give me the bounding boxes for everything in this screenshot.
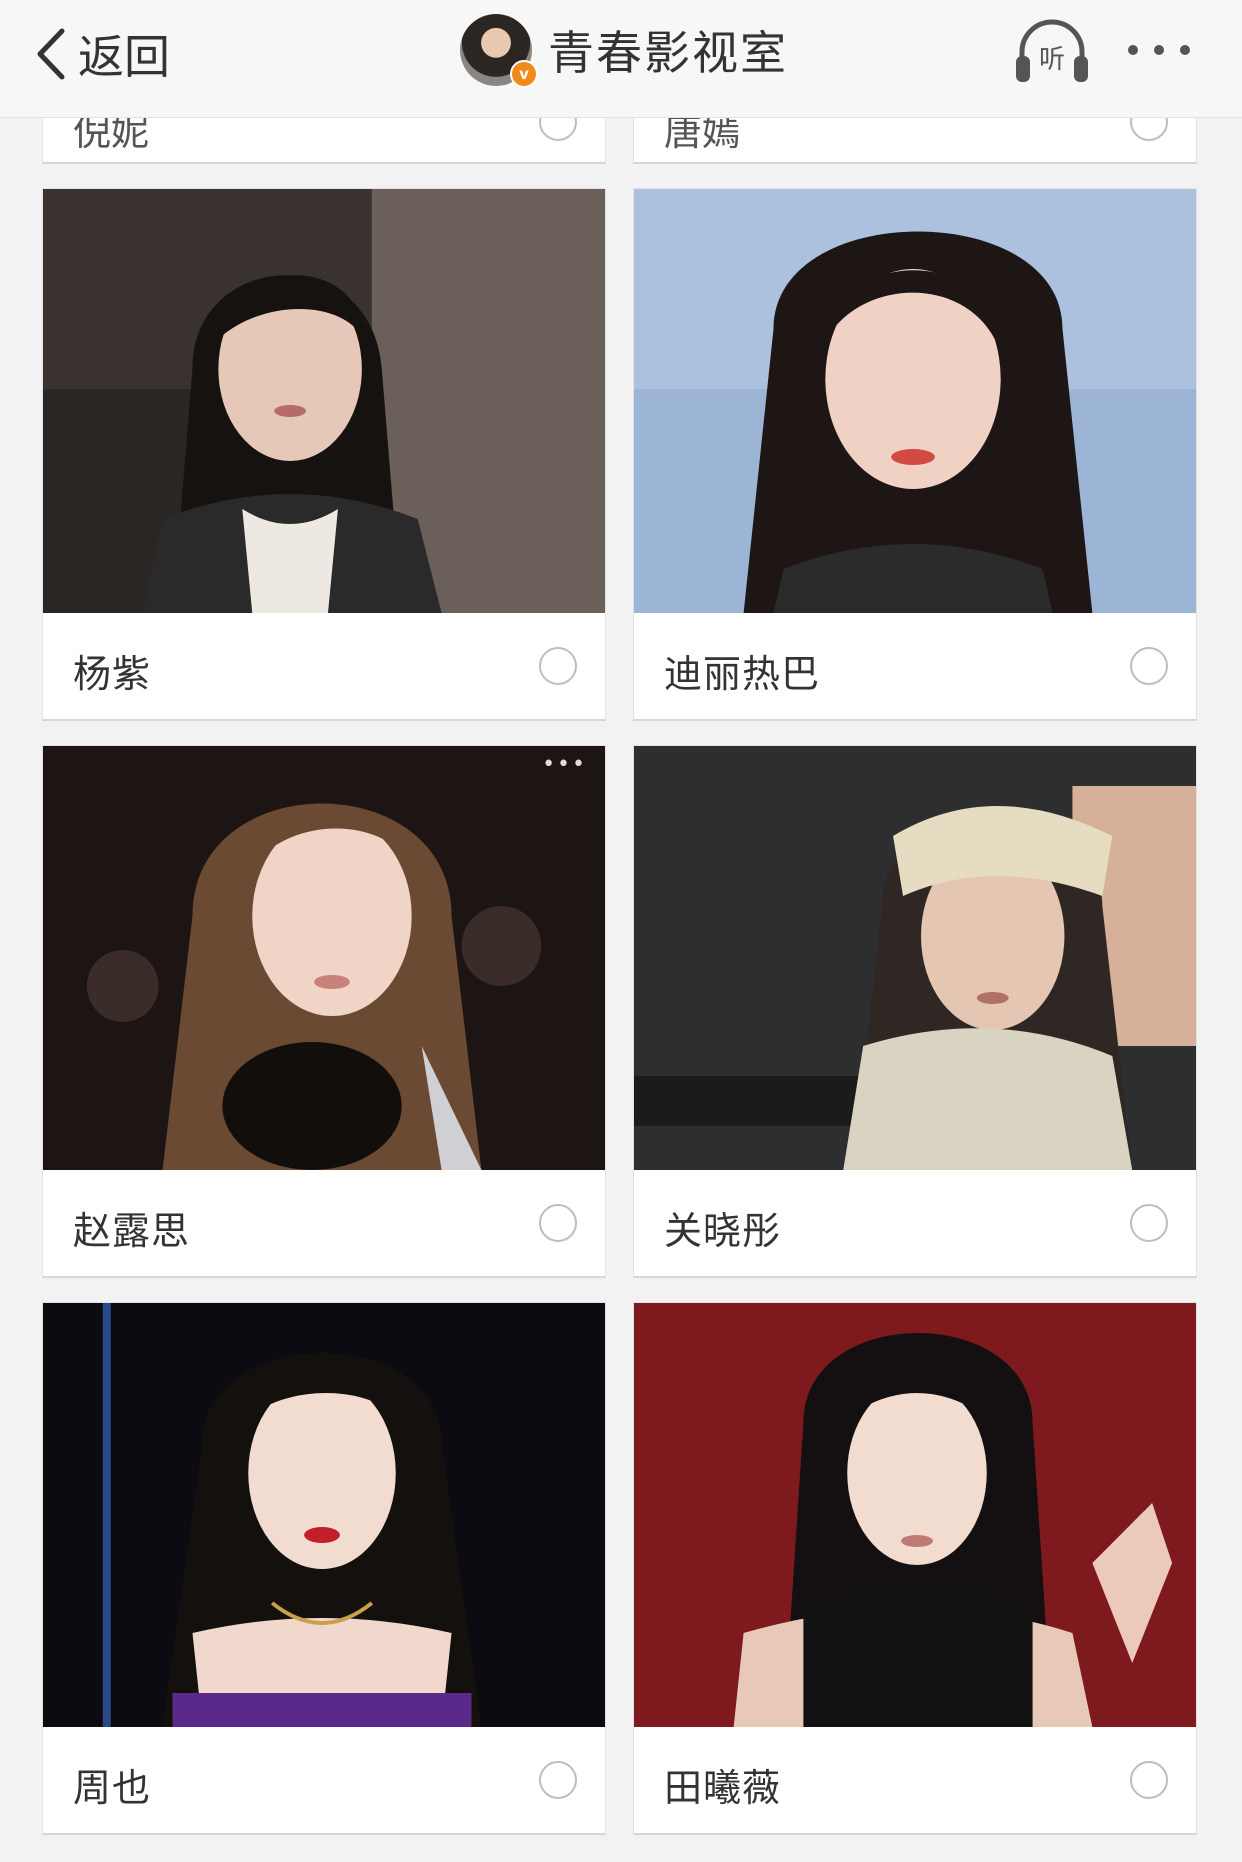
back-label: 返回 xyxy=(78,30,170,84)
option-radio[interactable] xyxy=(1130,1204,1168,1242)
avatar[interactable]: v xyxy=(460,14,538,88)
option-name: 关晓彤 xyxy=(664,1209,782,1253)
option-caption: 周也 xyxy=(43,1727,605,1833)
more-button[interactable] xyxy=(1128,30,1190,70)
option-card[interactable]: 周也 xyxy=(42,1302,606,1835)
option-name: 杨紫 xyxy=(73,652,152,696)
option-name: 田曦薇 xyxy=(664,1766,782,1810)
more-dots-icon[interactable]: ••• xyxy=(542,752,587,777)
page: 返回 v 青春影视室 听 倪妮 唐嫣 杨紫 迪丽热巴 ••• 赵露思 关晓彤 周… xyxy=(0,0,1242,1862)
option-radio[interactable] xyxy=(539,647,577,685)
option-caption: 迪丽热巴 xyxy=(634,613,1196,719)
option-photo[interactable] xyxy=(634,1303,1196,1727)
back-chevron-icon xyxy=(37,28,65,80)
option-photo[interactable] xyxy=(634,189,1196,613)
option-card[interactable]: 迪丽热巴 xyxy=(633,188,1197,721)
option-radio[interactable] xyxy=(1130,1761,1168,1799)
option-name: 迪丽热巴 xyxy=(664,652,821,696)
listen-headphones-icon[interactable]: 听 xyxy=(1014,16,1090,88)
top-bar: 返回 v 青春影视室 听 xyxy=(0,0,1242,118)
account-title[interactable]: v 青春影视室 xyxy=(460,14,788,88)
option-radio[interactable] xyxy=(539,1204,577,1242)
option-caption: 田曦薇 xyxy=(634,1727,1196,1833)
option-radio[interactable] xyxy=(539,1761,577,1799)
option-card[interactable]: 关晓彤 xyxy=(633,745,1197,1278)
listen-label: 听 xyxy=(1039,45,1065,75)
option-photo[interactable] xyxy=(43,1303,605,1727)
option-radio[interactable] xyxy=(1130,647,1168,685)
option-name: 赵露思 xyxy=(73,1209,191,1253)
option-name: 周也 xyxy=(73,1766,152,1810)
option-card[interactable]: 杨紫 xyxy=(42,188,606,721)
option-photo[interactable] xyxy=(43,189,605,613)
option-caption: 赵露思 xyxy=(43,1170,605,1276)
more-dot-icon xyxy=(1154,45,1164,55)
option-card[interactable]: 田曦薇 xyxy=(633,1302,1197,1835)
more-dot-icon xyxy=(1180,45,1190,55)
option-caption: 杨紫 xyxy=(43,613,605,719)
page-title: 青春影视室 xyxy=(548,26,788,80)
verified-badge: v xyxy=(510,60,538,88)
option-photo[interactable] xyxy=(634,746,1196,1170)
more-dot-icon xyxy=(1128,45,1138,55)
option-photo[interactable]: ••• xyxy=(43,746,605,1170)
option-card[interactable]: ••• 赵露思 xyxy=(42,745,606,1278)
option-caption: 关晓彤 xyxy=(634,1170,1196,1276)
back-button[interactable]: 返回 xyxy=(32,22,170,86)
